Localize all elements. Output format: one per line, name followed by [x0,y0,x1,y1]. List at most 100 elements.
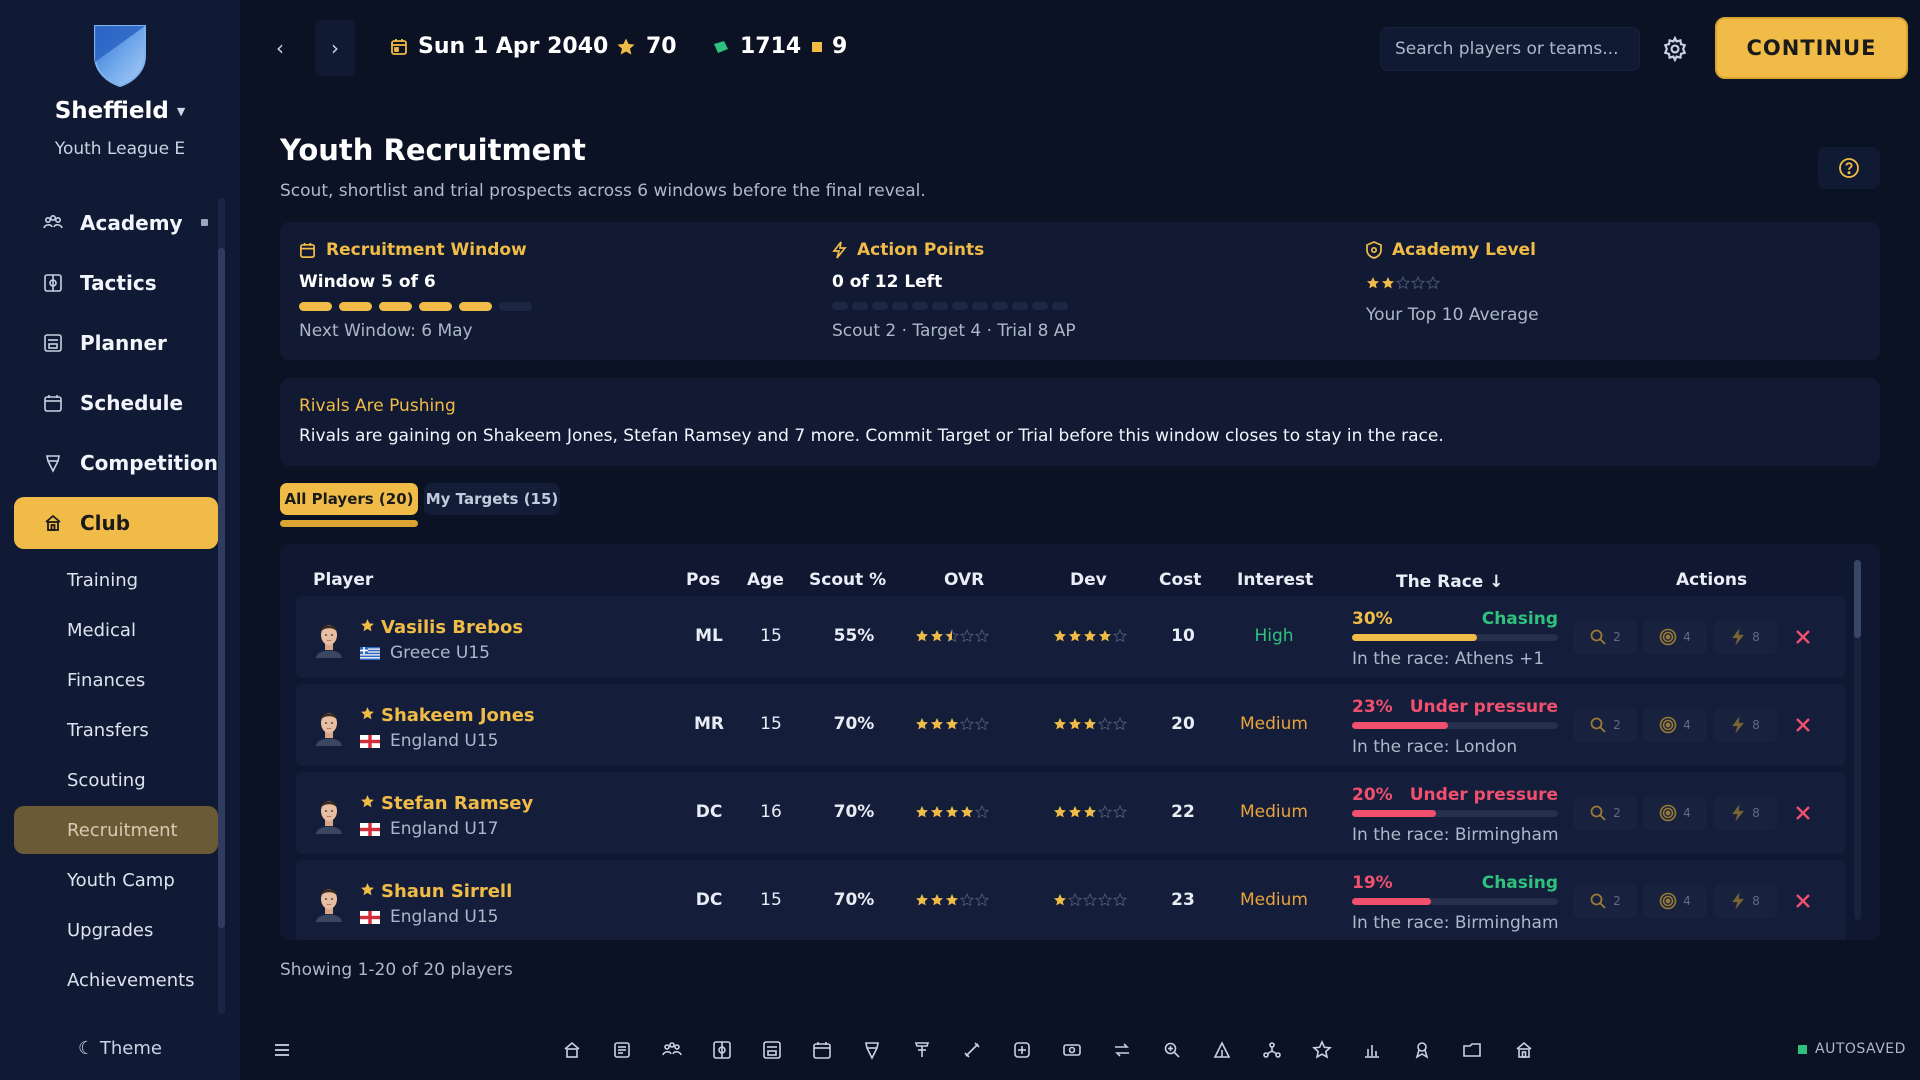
column-header-cost[interactable]: Cost [1159,570,1201,590]
tactics-icon[interactable] [712,1040,732,1060]
table-scrollbar[interactable] [1854,560,1861,920]
back-button[interactable]: ‹ [260,20,300,76]
sidebar-item-club[interactable]: Club [14,497,218,549]
scout-button[interactable]: 2 [1573,796,1637,830]
upgrades-icon[interactable] [1262,1040,1282,1060]
home-icon[interactable] [562,1040,582,1060]
player-name[interactable]: Shaun Sirrell [360,881,512,902]
greece-flag-icon [360,646,380,660]
tab-my-targets[interactable]: My Targets (15) [424,483,560,515]
column-header-age[interactable]: Age [747,570,784,590]
academy-icon[interactable] [662,1040,682,1060]
rating-star-icon [1053,805,1067,819]
lightning-icon [832,241,847,259]
race-status: Chasing [1481,609,1558,629]
target-button[interactable]: 4 [1643,796,1707,830]
scout-button[interactable]: 2 [1573,884,1637,918]
club-name[interactable]: Sheffield ▼ [0,98,240,124]
sidebar-item-academy[interactable]: Academy [14,197,218,249]
theme-toggle-button[interactable]: ☾ Theme [0,1038,240,1059]
sidebar-subitem-recruitment[interactable]: Recruitment [14,806,218,854]
target-button[interactable]: 4 [1643,884,1707,918]
sidebar-subitem-transfers[interactable]: Transfers [14,706,218,754]
transfers-icon[interactable] [1062,1040,1082,1060]
player-cost: 23 [1171,890,1195,910]
sidebar-subitem-youth-camp[interactable]: Youth Camp [14,856,218,904]
player-name[interactable]: Shakeem Jones [360,705,535,726]
column-header-player[interactable]: Player [313,570,373,590]
planner-icon[interactable] [762,1040,782,1060]
column-header-race[interactable]: The Race ↓ [1396,572,1503,592]
sidebar-subitem-training[interactable]: Training [14,556,218,604]
sidebar-subitem-upgrades[interactable]: Upgrades [14,906,218,954]
medical-icon[interactable] [962,1040,982,1060]
player-name[interactable]: Vasilis Brebos [360,617,523,638]
table-row[interactable]: Vasilis Brebos Greece U15 ML 15 55% 10 High 30%… [296,596,1846,678]
target-button[interactable]: 4 [1643,620,1707,654]
club-icon[interactable] [1514,1040,1534,1060]
files-icon[interactable] [1412,1040,1432,1060]
player-name[interactable]: Stefan Ramsey [360,793,533,814]
scout-button[interactable]: 2 [1573,620,1637,654]
search-input[interactable] [1380,27,1640,71]
remove-button[interactable] [1786,884,1820,918]
recruitment-icon[interactable] [1162,1040,1182,1060]
sidebar-item-planner[interactable]: Planner [14,317,218,369]
news-icon[interactable] [612,1040,632,1060]
player-cost: 10 [1171,626,1195,646]
help-button[interactable] [1818,147,1880,189]
target-button[interactable]: 4 [1643,708,1707,742]
files-icon[interactable] [1462,1040,1482,1060]
remove-button[interactable] [1786,796,1820,830]
youth-camp-icon[interactable] [1212,1040,1232,1060]
action-point-segment [972,302,988,310]
player-position: DC [695,802,723,822]
race-progress-fill [1352,722,1448,729]
table-row[interactable]: Shakeem Jones England U15 MR 15 70% 20 Medium 2… [296,684,1846,766]
sidebar-item-competition[interactable]: Competition [14,437,218,489]
trophy-icon[interactable] [862,1040,882,1060]
rating-star-icon [930,805,944,819]
action-point-segment [1012,302,1028,310]
table-row[interactable]: Shaun Sirrell England U15 DC 15 70% 23 Medium 1… [296,860,1846,940]
sidebar-subitem-achievements[interactable]: Achievements [14,956,218,1004]
sidebar-item-schedule[interactable]: Schedule [14,377,218,429]
stats-icon[interactable] [1312,1040,1332,1060]
shortlist-star-icon [360,705,375,726]
remove-button[interactable] [1786,708,1820,742]
tab-all-players[interactable]: All Players (20) [280,483,418,515]
trial-button[interactable]: 8 [1713,620,1777,654]
player-age: 15 [760,890,782,910]
column-header-interest[interactable]: Interest [1237,570,1313,590]
race-participants: In the race: Birmingham + [1352,825,1558,845]
training-icon[interactable] [912,1040,932,1060]
trial-button[interactable]: 8 [1713,708,1777,742]
column-header-ovr[interactable]: OVR [944,570,984,590]
column-header-dev[interactable]: Dev [1070,570,1107,590]
column-header-pos[interactable]: Pos [686,570,720,590]
menu-icon[interactable] [272,1040,292,1060]
sidebar-item-label: Competition [80,451,218,475]
remove-button[interactable] [1786,620,1820,654]
calendar-icon[interactable] [812,1040,832,1060]
shortlist-star-icon [360,617,375,638]
sidebar-scrollbar[interactable] [218,198,225,1014]
scouting-icon[interactable] [1112,1040,1132,1060]
sidebar-subitem-medical[interactable]: Medical [14,606,218,654]
achievements-icon[interactable] [1362,1040,1382,1060]
gear-icon[interactable] [1662,36,1688,62]
sidebar-scrollbar-thumb[interactable] [218,248,225,928]
scout-button[interactable]: 2 [1573,708,1637,742]
continue-button[interactable]: CONTINUE [1715,17,1908,79]
sidebar-item-tactics[interactable]: Tactics [14,257,218,309]
table-row[interactable]: Stefan Ramsey England U17 DC 16 70% 22 Medium 2… [296,772,1846,854]
sidebar-subitem-finances[interactable]: Finances [14,656,218,704]
rating-star-icon [930,629,944,643]
sidebar-subitem-scouting[interactable]: Scouting [14,756,218,804]
forward-button[interactable]: › [315,20,355,76]
trial-button[interactable]: 8 [1713,796,1777,830]
trial-button[interactable]: 8 [1713,884,1777,918]
column-header-scout[interactable]: Scout % [809,570,886,590]
finances-icon[interactable] [1012,1040,1032,1060]
table-scrollbar-thumb[interactable] [1854,560,1861,638]
